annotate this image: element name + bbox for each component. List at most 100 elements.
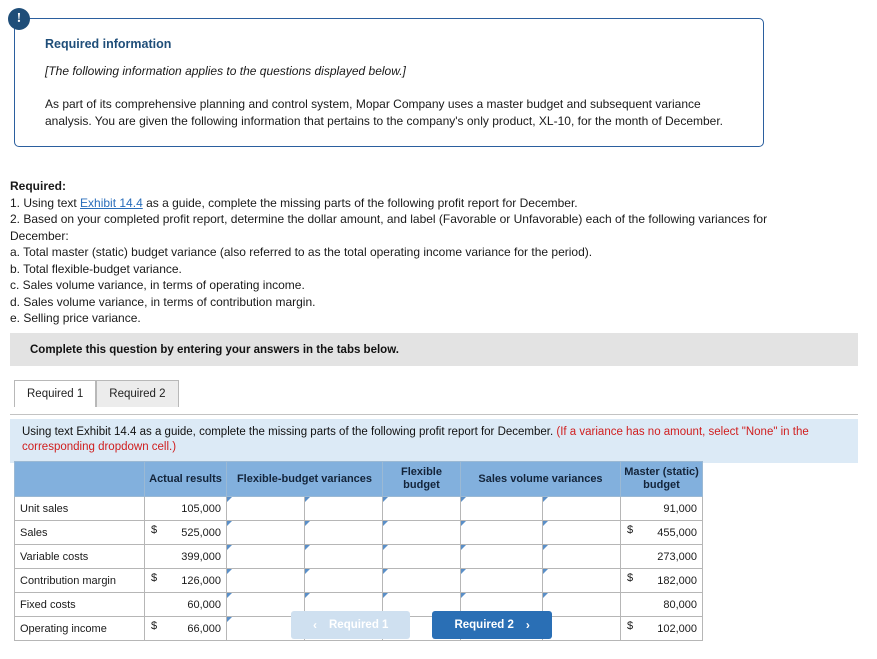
tab-strip: Required 1 Required 2 [14, 380, 179, 407]
value: 60,000 [187, 599, 221, 611]
cell-marker-icon [461, 569, 466, 574]
table-row: Contribution margin $126,000 $182,000 [15, 569, 703, 593]
dropdown-sv-variance-label-fixed-costs[interactable] [543, 593, 621, 617]
instruction-main-text: Using text Exhibit 14.4 as a guide, comp… [22, 426, 556, 438]
cell-marker-icon [227, 497, 232, 502]
input-flexible-budget-unit-sales[interactable] [383, 497, 461, 521]
row-label-unit-sales: Unit sales [15, 497, 145, 521]
input-sv-variance-amount-contribution-margin[interactable] [461, 569, 543, 593]
cell-marker-icon [461, 545, 466, 550]
cell-marker-icon [383, 521, 388, 526]
input-flexible-budget-sales[interactable] [383, 521, 461, 545]
row-label-operating-income: Operating income [15, 617, 145, 641]
required-list: Required: 1. Using text Exhibit 14.4 as … [10, 178, 770, 327]
value: 126,000 [181, 575, 221, 587]
required-item-1: 1. Using text Exhibit 14.4 as a guide, c… [10, 195, 770, 212]
dropdown-sv-variance-label-sales[interactable] [543, 521, 621, 545]
exclamation-icon: ! [8, 8, 30, 30]
cell-master-fixed-costs: 80,000 [621, 593, 703, 617]
prev-button-label: Required 1 [329, 619, 388, 631]
value: 66,000 [187, 623, 221, 635]
cell-marker-icon [543, 497, 548, 502]
navigation-buttons: ‹ Required 1 Required 2 › [291, 611, 552, 639]
dropdown-sv-variance-label-unit-sales[interactable] [543, 497, 621, 521]
cell-actual-fixed-costs: 60,000 [145, 593, 227, 617]
dropdown-fb-variance-label-contribution-margin[interactable] [305, 569, 383, 593]
cell-master-operating-income: $102,000 [621, 617, 703, 641]
input-fb-variance-amount-unit-sales[interactable] [227, 497, 305, 521]
input-flexible-budget-variable-costs[interactable] [383, 545, 461, 569]
required-item-1-pre: 1. Using text [10, 196, 80, 210]
input-fb-variance-amount-sales[interactable] [227, 521, 305, 545]
cell-master-sales: $455,000 [621, 521, 703, 545]
dropdown-sv-variance-label-variable-costs[interactable] [543, 545, 621, 569]
callout-body: Required information [The following info… [14, 18, 764, 147]
dropdown-sv-variance-label-operating-income[interactable] [543, 617, 621, 641]
dollar-sign: $ [151, 524, 157, 536]
prev-required-1-button[interactable]: ‹ Required 1 [291, 611, 410, 639]
dollar-sign: $ [151, 620, 157, 632]
chevron-right-icon: › [526, 618, 530, 632]
cell-marker-icon [383, 497, 388, 502]
cell-marker-icon [227, 545, 232, 550]
required-item-d: d. Sales volume variance, in terms of co… [10, 294, 770, 311]
cell-master-contribution-margin: $182,000 [621, 569, 703, 593]
tab-required-2[interactable]: Required 2 [96, 380, 178, 407]
value: 102,000 [657, 623, 697, 635]
cell-marker-icon [227, 521, 232, 526]
header-master-static-budget: Master (static) budget [621, 462, 703, 497]
cell-marker-icon [461, 497, 466, 502]
table-row: Variable costs 399,000 273,000 [15, 545, 703, 569]
cell-marker-icon [461, 593, 466, 598]
input-fb-variance-amount-contribution-margin[interactable] [227, 569, 305, 593]
dollar-sign: $ [627, 572, 633, 584]
table-header-row: Actual results Flexible-budget variances… [15, 462, 703, 497]
cell-actual-operating-income: $66,000 [145, 617, 227, 641]
input-fb-variance-amount-variable-costs[interactable] [227, 545, 305, 569]
input-sv-variance-amount-variable-costs[interactable] [461, 545, 543, 569]
complete-question-bar: Complete this question by entering your … [10, 333, 858, 366]
cell-marker-icon [305, 521, 310, 526]
cell-marker-icon [461, 521, 466, 526]
cell-marker-icon [305, 497, 310, 502]
cell-actual-unit-sales: 105,000 [145, 497, 227, 521]
cell-actual-sales: $525,000 [145, 521, 227, 545]
tab-required-1[interactable]: Required 1 [14, 380, 96, 407]
cell-marker-icon [543, 545, 548, 550]
instruction-bar: Using text Exhibit 14.4 as a guide, comp… [10, 419, 858, 463]
input-sv-variance-amount-unit-sales[interactable] [461, 497, 543, 521]
input-sv-variance-amount-sales[interactable] [461, 521, 543, 545]
cell-master-variable-costs: 273,000 [621, 545, 703, 569]
header-sales-volume-variances: Sales volume variances [461, 462, 621, 497]
cell-actual-contribution-margin: $126,000 [145, 569, 227, 593]
header-flexible-budget: Flexible budget [383, 462, 461, 497]
exhibit-link[interactable]: Exhibit 14.4 [80, 196, 143, 210]
row-label-sales: Sales [15, 521, 145, 545]
dropdown-sv-variance-label-contribution-margin[interactable] [543, 569, 621, 593]
dropdown-fb-variance-label-sales[interactable] [305, 521, 383, 545]
cell-marker-icon [383, 545, 388, 550]
cell-marker-icon [305, 545, 310, 550]
next-required-2-button[interactable]: Required 2 › [432, 611, 551, 639]
row-label-contribution-margin: Contribution margin [15, 569, 145, 593]
table-row: Sales $525,000 $455,000 [15, 521, 703, 545]
dropdown-fb-variance-label-variable-costs[interactable] [305, 545, 383, 569]
header-blank [15, 462, 145, 497]
required-item-1-post: as a guide, complete the missing parts o… [143, 196, 578, 210]
value: 182,000 [657, 575, 697, 587]
value: 105,000 [181, 503, 221, 515]
row-label-fixed-costs: Fixed costs [15, 593, 145, 617]
input-flexible-budget-contribution-margin[interactable] [383, 569, 461, 593]
cell-marker-icon [227, 569, 232, 574]
dropdown-fb-variance-label-unit-sales[interactable] [305, 497, 383, 521]
required-item-c: c. Sales volume variance, in terms of op… [10, 277, 770, 294]
required-item-a: a. Total master (static) budget variance… [10, 244, 770, 261]
complete-question-text: Complete this question by entering your … [10, 344, 399, 356]
cell-master-unit-sales: 91,000 [621, 497, 703, 521]
callout-title: Required information [45, 37, 737, 51]
value: 399,000 [181, 551, 221, 563]
cell-marker-icon [383, 593, 388, 598]
value: 525,000 [181, 527, 221, 539]
callout-paragraph: As part of its comprehensive planning an… [45, 96, 737, 130]
chevron-left-icon: ‹ [313, 618, 317, 632]
